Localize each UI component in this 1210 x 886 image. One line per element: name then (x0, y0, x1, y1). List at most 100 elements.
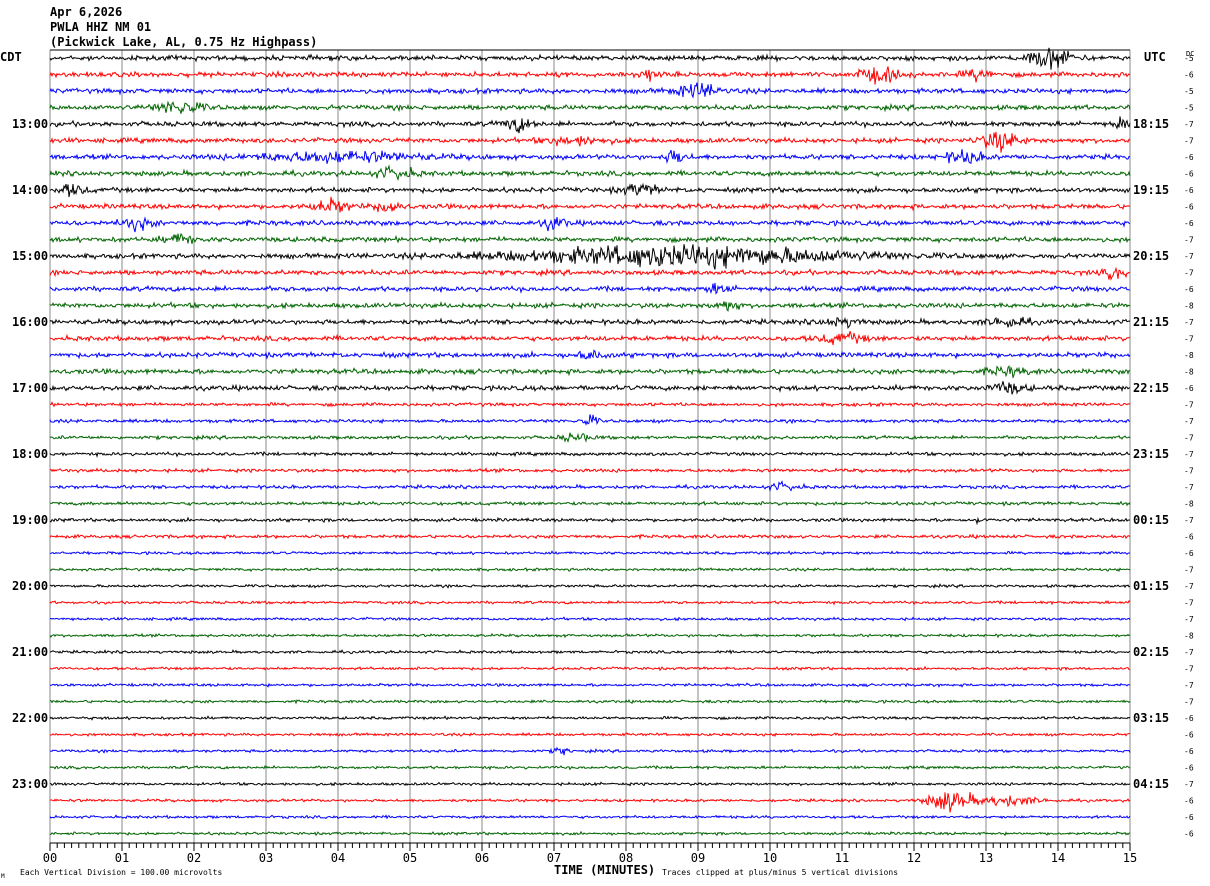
dc-offset-row-7: -6 (1184, 170, 1194, 179)
minute-gridlines (49, 49, 1131, 843)
dc-offset-row-35: -8 (1184, 632, 1194, 641)
cdt-hour-label: 17:00 (12, 381, 48, 395)
dc-offset-row-39: -7 (1184, 698, 1194, 707)
trace-row-10 (49, 216, 1131, 233)
dc-offset-row-17: -7 (1184, 335, 1194, 344)
dc-offset-row-45: -6 (1184, 797, 1194, 806)
dc-offset-row-12: -7 (1184, 252, 1194, 261)
dc-offset-row-38: -7 (1184, 681, 1194, 690)
dc-offset-row-26: -7 (1184, 483, 1194, 492)
trace-row-31 (49, 566, 1131, 573)
trace-row-37 (49, 665, 1131, 672)
trace-row-35 (49, 632, 1131, 639)
dc-offset-row-28: -7 (1184, 516, 1194, 525)
dc-offset-row-8: -6 (1184, 186, 1194, 195)
utc-hour-label: 22:15 (1133, 381, 1169, 395)
utc-hour-label: 00:15 (1133, 513, 1169, 527)
trace-row-42 (50, 746, 1131, 756)
dc-offset-row-29: -6 (1184, 533, 1194, 542)
x-tick-label-01: 01 (115, 851, 129, 865)
dc-offset-row-15: -8 (1184, 302, 1194, 311)
trace-row-29 (49, 533, 1131, 541)
trace-row-24 (49, 450, 1131, 458)
x-tick-label-03: 03 (259, 851, 273, 865)
dc-offset-row-13: -7 (1184, 269, 1194, 278)
trace-row-45 (49, 791, 1131, 813)
dc-offset-row-30: -6 (1184, 549, 1194, 558)
trace-row-18 (49, 349, 1131, 360)
x-tick-label-04: 04 (331, 851, 345, 865)
trace-row-4 (49, 116, 1131, 134)
trace-row-6 (49, 149, 1131, 165)
cdt-hour-label: 21:00 (12, 645, 48, 659)
helicorder-chart: Apr 6,2026 PWLA HHZ NM 01 (Pickwick Lake… (0, 5, 1194, 880)
dc-offset-row-19: -8 (1184, 368, 1194, 377)
utc-hour-label: 04:15 (1133, 777, 1169, 791)
trace-row-1 (49, 66, 1131, 85)
cdt-hour-label: 18:00 (12, 447, 48, 461)
dc-offset-row-20: -6 (1184, 384, 1194, 393)
trace-row-32 (49, 583, 1131, 589)
dc-offset-row-27: -8 (1184, 500, 1194, 509)
cdt-hour-label: 22:00 (12, 711, 48, 725)
trace-row-22 (49, 414, 1131, 426)
cdt-hour-label: 13:00 (12, 117, 48, 131)
trace-row-20 (49, 381, 1131, 395)
dc-offset-row-41: -6 (1184, 731, 1194, 740)
x-tick-label-12: 12 (907, 851, 921, 865)
trace-row-2 (49, 82, 1131, 99)
trace-row-39 (49, 699, 1131, 705)
trace-row-33 (49, 599, 1131, 606)
trace-row-7 (49, 164, 1131, 182)
trace-row-15 (49, 300, 1131, 312)
trace-row-5 (49, 131, 1131, 153)
x-tick-label-14: 14 (1051, 851, 1065, 865)
utc-hour-label: 21:15 (1133, 315, 1169, 329)
dc-offset-row-23: -7 (1184, 434, 1194, 443)
header-date: Apr 6,2026 (50, 5, 122, 19)
dc-offset-row-31: -7 (1184, 566, 1194, 575)
trace-row-0 (49, 47, 1131, 70)
dc-offset-row-43: -6 (1184, 764, 1194, 773)
trace-row-27 (49, 500, 1131, 507)
trace-row-12 (49, 244, 1131, 270)
dc-offset-row-21: -7 (1184, 401, 1194, 410)
dc-offset-row-25: -7 (1184, 467, 1194, 476)
trace-row-34 (49, 616, 1131, 622)
dc-offset-row-0: -5 (1184, 54, 1194, 63)
cdt-hour-label: 16:00 (12, 315, 48, 329)
trace-row-17 (49, 330, 1131, 346)
trace-row-3 (49, 100, 1131, 114)
trace-row-36 (49, 649, 1131, 655)
scale-note: Each Vertical Division = 100.00 microvol… (20, 868, 222, 877)
dc-offset-row-2: -5 (1184, 87, 1194, 96)
utc-hour-label: 20:15 (1133, 249, 1169, 263)
dc-offset-row-11: -7 (1184, 236, 1194, 245)
trace-row-16 (49, 316, 1131, 329)
dc-offset-row-18: -8 (1184, 351, 1194, 360)
x-tick-label-15: 15 (1123, 851, 1137, 865)
cdt-hour-label: 15:00 (12, 249, 48, 263)
dc-offset-row-14: -6 (1184, 285, 1194, 294)
dc-offset-row-46: -6 (1184, 813, 1194, 822)
trace-row-9 (49, 196, 1131, 213)
utc-hour-label: 18:15 (1133, 117, 1169, 131)
utc-hour-label: 19:15 (1133, 183, 1169, 197)
x-tick-label-11: 11 (835, 851, 849, 865)
trace-row-46 (49, 814, 1131, 820)
trace-row-21 (49, 401, 1131, 408)
clip-note: Traces clipped at plus/minus 5 vertical … (662, 868, 898, 877)
dc-offset-row-44: -7 (1184, 780, 1194, 789)
x-tick-label-10: 10 (763, 851, 777, 865)
trace-row-8 (49, 182, 1131, 198)
dc-offset-row-24: -7 (1184, 450, 1194, 459)
cdt-hour-label: 19:00 (12, 513, 48, 527)
x-tick-label-09: 09 (691, 851, 705, 865)
dc-offset-row-1: -6 (1184, 71, 1194, 80)
x-tick-label-00: 00 (43, 851, 57, 865)
trace-row-11 (49, 232, 1131, 245)
dc-offset-row-3: -5 (1184, 104, 1194, 113)
left-timezone: CDT (0, 50, 22, 64)
trace-row-19 (49, 365, 1131, 378)
trace-row-41 (49, 731, 1131, 738)
